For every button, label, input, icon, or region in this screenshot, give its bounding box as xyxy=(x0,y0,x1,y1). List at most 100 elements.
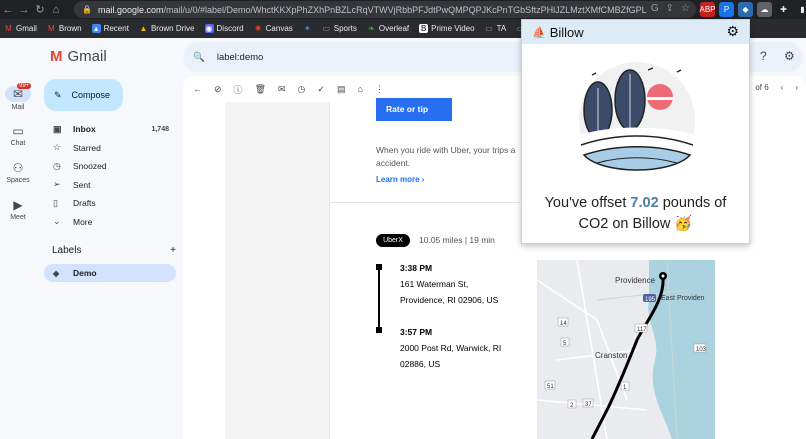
extension-p-icon[interactable]: P xyxy=(719,2,734,17)
spaces-icon: ⚇ xyxy=(12,161,24,175)
extension-abp-icon[interactable]: ABP xyxy=(700,2,716,17)
pager: of 6 ‹ › xyxy=(755,83,798,92)
address-bar[interactable]: 🔒 mail.google.com/mail/u/0/#label/Demo/W… xyxy=(74,1,696,18)
bookmark-ta[interactable]: ▭ TA xyxy=(485,24,506,33)
party-emoji-icon: 🥳 xyxy=(674,216,693,232)
bookmark-recent[interactable]: ▴ Recent xyxy=(91,24,129,33)
pickup-dot xyxy=(376,264,382,270)
billow-illustration xyxy=(579,62,695,180)
gmail-m-icon: M xyxy=(50,48,63,65)
sidepanel-icon[interactable]: ▮ xyxy=(795,2,806,17)
bookmark-gmail[interactable]: M Gmail xyxy=(4,24,37,33)
bookmark-discord[interactable]: ◉ Discord xyxy=(204,24,244,33)
sidebar-item-snoozed[interactable]: ◷ Snoozed xyxy=(44,157,176,176)
lock-icon: 🔒 xyxy=(82,5,92,14)
dropoff-stop: 3:57 PM 2000 Post Rd, Warwick, RI 02886,… xyxy=(400,327,502,369)
bookmark-twitter[interactable]: ✦ xyxy=(303,24,312,33)
search-icon[interactable]: 🔍 xyxy=(193,52,205,63)
back-arrow-icon[interactable]: ← xyxy=(193,84,202,94)
map-shield-51: 51 xyxy=(547,384,554,390)
url-path: /mail/u/0/#label/Demo/WhctKKXpPhZXhPnBZL… xyxy=(163,4,647,15)
discord-icon: ◉ xyxy=(204,24,214,33)
map-shield-103: 103 xyxy=(696,347,707,353)
bookmark-sports[interactable]: ▭ Sports xyxy=(322,24,356,33)
compose-button[interactable]: ✎ Compose xyxy=(44,79,123,111)
search-input[interactable]: label:demo xyxy=(217,52,263,63)
archive-off-icon[interactable]: ⊘ xyxy=(214,84,222,95)
bookmark-canvas[interactable]: ✺ Canvas xyxy=(254,24,293,33)
sidebar-item-starred[interactable]: ☆ Starred xyxy=(44,139,176,158)
bookmark-brown-drive[interactable]: ▲ Brown Drive xyxy=(139,24,194,33)
rail-mail[interactable]: ✉ 99+ Mail xyxy=(0,83,36,111)
extensions-puzzle-icon[interactable]: ✚ xyxy=(776,2,791,17)
mark-unread-icon[interactable]: ✉ xyxy=(278,84,286,95)
map-label-providence: Providence xyxy=(615,276,656,285)
settings-gear-icon[interactable]: ⚙ xyxy=(726,23,739,40)
bookmark-star-icon[interactable]: ☆ xyxy=(681,3,690,14)
label-as-icon[interactable]: ⌂ xyxy=(357,84,362,94)
snooze-icon[interactable]: ◷ xyxy=(298,84,306,95)
bookmark-prime-video[interactable]: B Prime Video xyxy=(419,24,475,33)
billow-header: ⛵ Billow ⚙ xyxy=(522,20,749,44)
bookmark-overleaf[interactable]: ❧ Overleaf xyxy=(367,24,409,33)
forward-icon[interactable]: → xyxy=(16,0,32,19)
more-options-icon[interactable]: ⋮ xyxy=(375,84,384,95)
inbox-count: 1,748 xyxy=(151,125,169,133)
move-to-icon[interactable]: ▤ xyxy=(337,84,346,95)
pickup-stop: 3:38 PM 161 Waterman St, Providence, RI … xyxy=(400,263,499,305)
share-icon[interactable]: ⇪ xyxy=(666,3,674,14)
sidebar-item-inbox[interactable]: ▣ Inbox 1,748 xyxy=(44,120,176,139)
meet-icon: ▶ xyxy=(13,198,23,212)
add-label-icon[interactable]: + xyxy=(170,245,176,256)
draft-icon: ▯ xyxy=(53,197,58,208)
gmail-icon: M xyxy=(5,24,12,33)
bookmark-brown[interactable]: M Brown xyxy=(47,24,82,33)
google-lens-icon[interactable]: G xyxy=(651,3,659,14)
inbox-icon: ▣ xyxy=(53,123,62,134)
rail-meet[interactable]: ▶ Meet xyxy=(0,198,36,221)
folder-icon: ▭ xyxy=(485,24,493,33)
offset-value: 7.02 xyxy=(630,195,659,211)
map-shield-14: 14 xyxy=(560,321,567,327)
twitter-icon: ✦ xyxy=(303,24,311,33)
label-icon: ◆ xyxy=(53,268,60,278)
reload-icon[interactable]: ↻ xyxy=(32,0,48,19)
gmail-logo[interactable]: M Gmail xyxy=(50,48,107,65)
map-shield-37: 37 xyxy=(585,402,592,408)
gmail-icon: M xyxy=(48,24,55,33)
sidebar-label-demo[interactable]: ◆ Demo xyxy=(44,264,176,282)
dropoff-dot xyxy=(376,327,382,333)
ride-type-badge: UberX xyxy=(376,234,410,247)
rail-chat[interactable]: ▭ Chat xyxy=(0,124,36,147)
url-host: mail.google.com xyxy=(97,4,164,15)
clock-icon: ◷ xyxy=(53,160,61,171)
report-spam-icon[interactable]: ⓘ xyxy=(234,83,243,96)
home-icon[interactable]: ⌂ xyxy=(48,0,64,19)
app-rail: ✉ 99+ Mail ▭ Chat ⚇ Spaces ▶ Meet xyxy=(0,38,36,439)
drive-icon: ▲ xyxy=(139,24,148,33)
folder-icon: ▭ xyxy=(322,24,331,33)
unread-badge: 99+ xyxy=(17,83,32,89)
prev-chevron-icon[interactable]: ‹ xyxy=(781,83,784,92)
learn-more-link[interactable]: Learn more › xyxy=(376,175,424,184)
map-shield-117: 117 xyxy=(637,327,647,333)
sidebar-item-more[interactable]: ⌄ More xyxy=(44,213,176,232)
send-icon: ➢ xyxy=(53,179,61,190)
email-body-text: When you ride with Uber, your trips a ac… xyxy=(376,145,516,168)
labels-header: Labels + xyxy=(52,245,176,256)
sidebar-item-sent[interactable]: ➢ Sent xyxy=(44,176,176,195)
delete-icon[interactable]: 🗑 xyxy=(255,84,266,95)
sidebar-item-drafts[interactable]: ▯ Drafts xyxy=(44,194,176,213)
ride-info: 10.05 miles | 19 min xyxy=(419,235,495,245)
next-chevron-icon[interactable]: › xyxy=(795,83,798,92)
help-icon[interactable]: ? xyxy=(760,49,767,63)
extension-blue-icon[interactable]: ◆ xyxy=(738,2,753,17)
extension-billow-icon[interactable]: ☁ xyxy=(757,2,772,17)
add-task-icon[interactable]: ✓ xyxy=(317,84,325,95)
settings-gear-icon[interactable]: ⚙ xyxy=(784,49,795,63)
back-icon[interactable]: ← xyxy=(0,0,16,19)
pencil-icon: ✎ xyxy=(54,89,62,100)
rail-spaces[interactable]: ⚇ Spaces xyxy=(0,161,36,184)
rate-or-tip-button[interactable]: Rate or tip xyxy=(376,98,452,121)
star-icon: ☆ xyxy=(53,142,62,153)
